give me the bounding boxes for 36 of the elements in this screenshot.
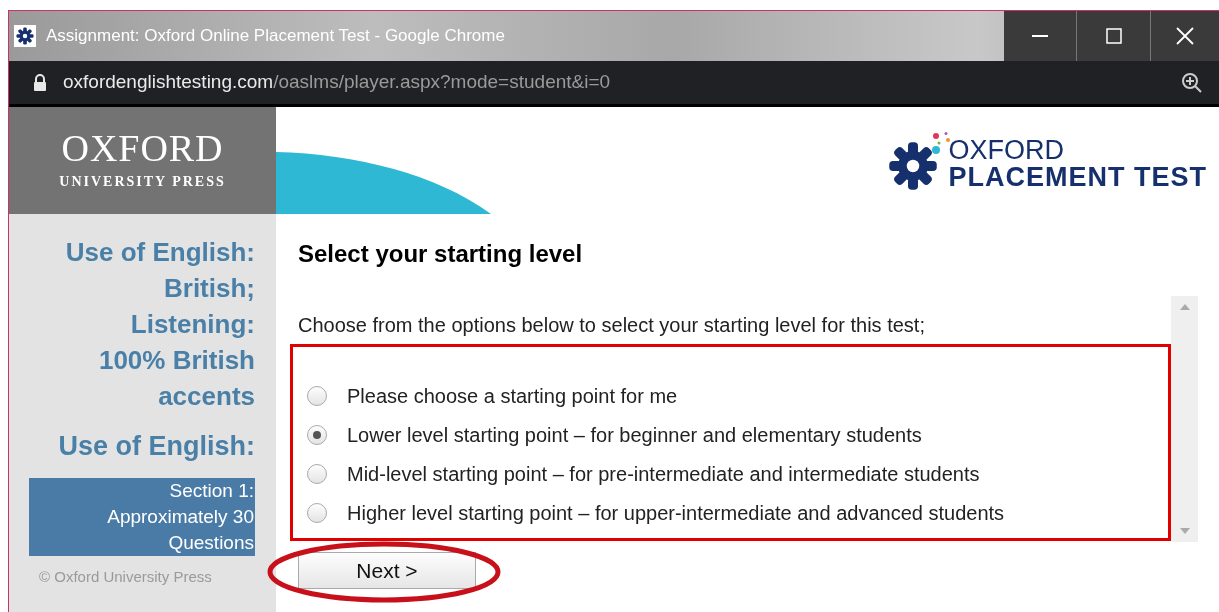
gear-icon — [888, 140, 939, 191]
minimize-icon — [1032, 35, 1048, 37]
copyright-text: © Oxford University Press — [39, 567, 212, 587]
section-heading: Use of English: — [58, 430, 255, 463]
option-label: Lower level starting point – for beginner and elementary students — [347, 423, 922, 448]
address-bar[interactable]: oxfordenglishtesting.com/oaslms/player.aspx?mode=student&i=0 — [9, 61, 1219, 107]
option-label: Higher level starting point – for upper-intermediate and advanced students — [347, 501, 1005, 526]
option-label: Please choose a starting point for me — [347, 384, 678, 409]
radio-button[interactable] — [307, 464, 327, 484]
section-item[interactable]: Section 1: Approximately 30 Questions — [29, 478, 255, 556]
maximize-icon — [1105, 28, 1122, 44]
url-text: oxfordenglishtesting.com/oaslms/player.aspx?mode=student&i=0 — [63, 70, 611, 95]
instruction-text: Choose from the options below to select your starting level for this test; — [298, 313, 926, 338]
window-title: Assignment: Oxford Online Placement Test - Google Chrome — [46, 25, 505, 48]
product-subtitle: PLACEMENT TEST — [948, 163, 1207, 191]
scroll-down-icon[interactable] — [1179, 528, 1190, 534]
page-heading: Select your starting level — [298, 239, 584, 269]
radio-option[interactable]: Mid-level starting point – for pre-intermediate and intermediate students — [307, 461, 1168, 487]
logo-subtitle: UNIVERSITY PRESS — [59, 173, 226, 191]
scrollbar[interactable] — [1171, 296, 1198, 542]
radio-button[interactable] — [307, 425, 327, 445]
logo-text: OXFORD — [61, 129, 224, 167]
zoom-icon[interactable] — [1181, 71, 1203, 94]
option-label: Mid-level starting point – for pre-intermediate and intermediate students — [347, 462, 980, 487]
lock-icon — [33, 73, 47, 92]
radio-button[interactable] — [307, 503, 327, 523]
next-button[interactable]: Next > — [298, 552, 476, 589]
gear-icon — [16, 27, 34, 45]
radio-option[interactable]: Lower level starting point – for beginner and elementary students — [307, 422, 1168, 448]
radio-button[interactable] — [307, 386, 327, 406]
close-icon — [1176, 27, 1194, 45]
radio-option[interactable]: Higher level starting point – for upper-intermediate and advanced students — [307, 500, 1168, 526]
scroll-up-icon[interactable] — [1179, 304, 1190, 310]
test-title: Use of English: British; Listening: 100% British accents — [64, 236, 255, 413]
radio-option[interactable]: Please choose a starting point for me — [307, 383, 1168, 409]
product-name: OXFORD — [948, 136, 1065, 164]
